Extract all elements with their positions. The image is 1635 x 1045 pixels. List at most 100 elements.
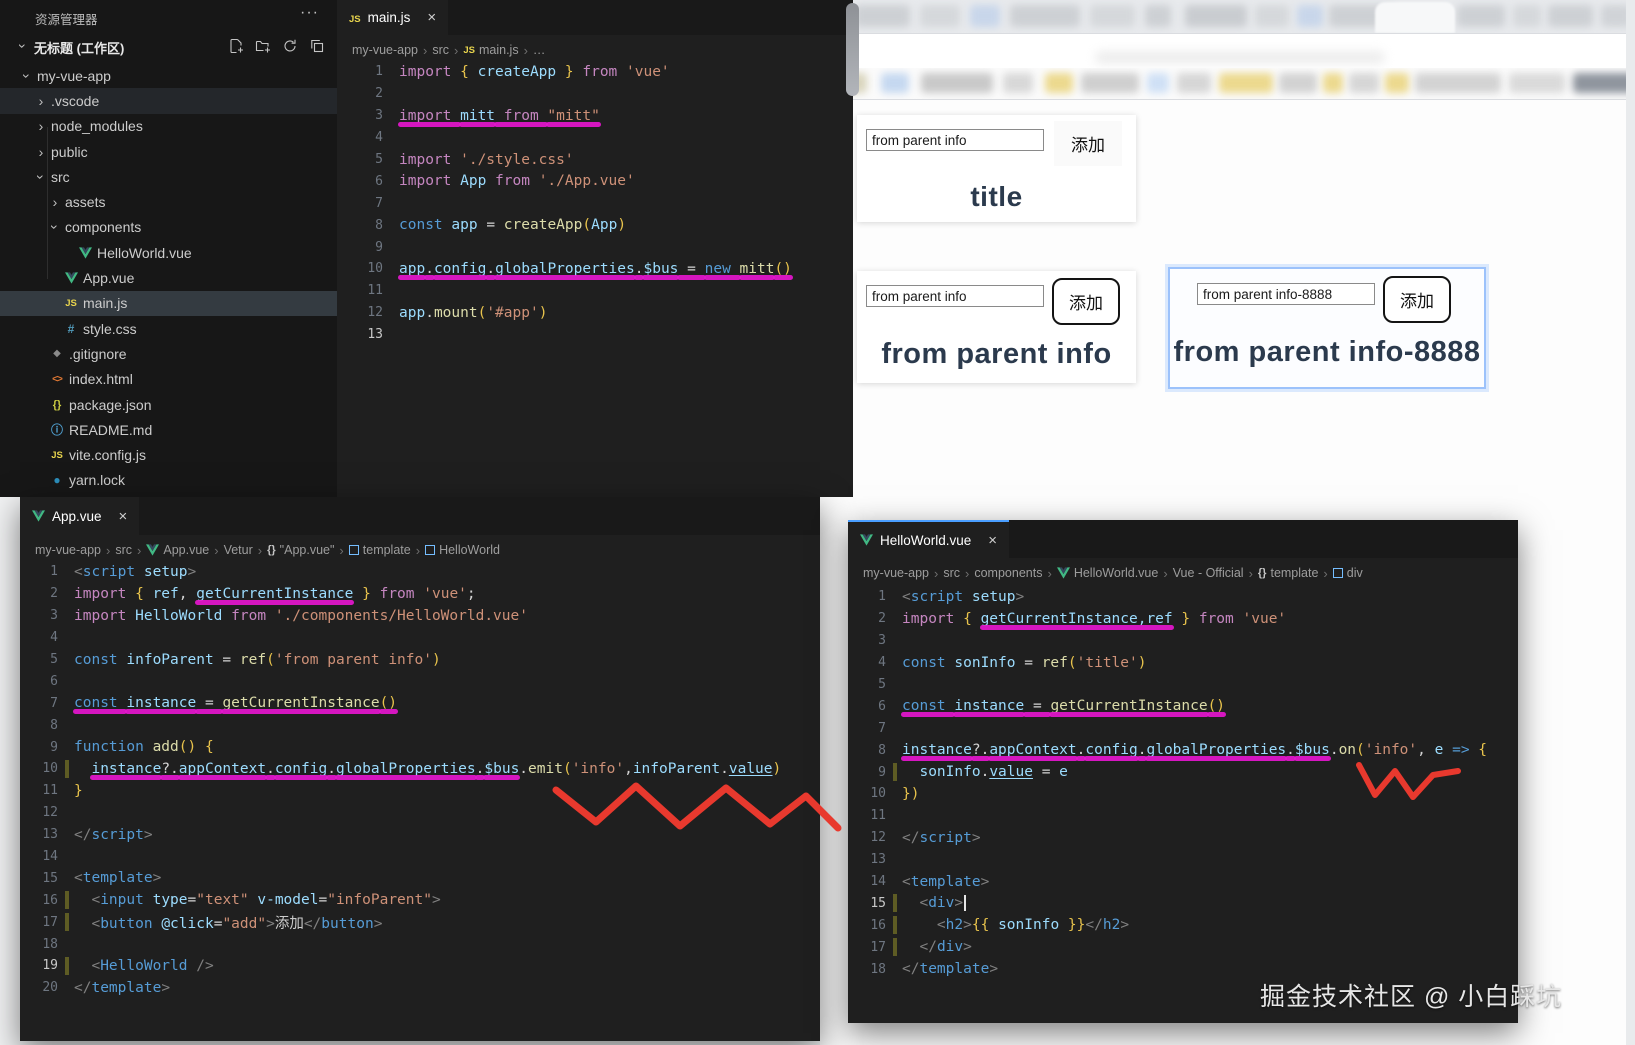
code-line[interactable]: 20 </template>	[20, 977, 820, 999]
info-input[interactable]	[1197, 283, 1375, 305]
breadcrumb-item[interactable]: …	[533, 43, 546, 57]
breadcrumb-item[interactable]: JS main.js	[463, 43, 518, 57]
code-area[interactable]: 1 <script setup> 2 import { ref, getCurrent…	[20, 561, 820, 999]
code-line[interactable]: 6 import App from './App.vue'	[337, 170, 853, 192]
code-line[interactable]: 8	[20, 714, 820, 736]
code-line[interactable]: 10 app.config.globalProperties.$bus = new…	[337, 258, 853, 280]
browser-scrollbar[interactable]	[1626, 0, 1635, 1045]
breadcrumb-item[interactable]: src	[432, 43, 449, 57]
breadcrumb-item[interactable]: src	[943, 566, 960, 580]
code-line[interactable]: 1 import { createApp } from 'vue'	[337, 61, 853, 83]
tree-item-my-vue-app[interactable]: › my-vue-app	[0, 63, 337, 88]
breadcrumb-item[interactable]: my-vue-app	[863, 566, 929, 580]
code-line[interactable]: 4 const sonInfo = ref('title')	[848, 652, 1518, 674]
tree-item-vite-config-js[interactable]: ›JSvite.config.js	[0, 442, 337, 467]
add-button[interactable]: 添加	[1052, 278, 1120, 325]
tree-item--gitignore[interactable]: ›◆.gitignore	[0, 341, 337, 366]
code-line[interactable]: 15 <template>	[20, 867, 820, 889]
workspace-row[interactable]: › 无标题 (工作区)	[0, 34, 337, 60]
code-line[interactable]: 11}	[20, 780, 820, 802]
breadcrumb[interactable]: my-vue-app › src › App.vue › Vetur › {} "App.vue"…	[35, 539, 820, 561]
tree-item-main-js[interactable]: ›JSmain.js	[0, 290, 337, 316]
code-line[interactable]: 12 app.mount('#app')	[337, 302, 853, 324]
breadcrumb-item[interactable]: my-vue-app	[35, 543, 101, 557]
code-line[interactable]: 14 <template>	[848, 871, 1518, 893]
breadcrumb[interactable]: my-vue-app › src › JS main.js ›…	[352, 39, 853, 61]
code-line[interactable]: 5	[848, 674, 1518, 696]
tree-item-readme-md[interactable]: ›ⓘREADME.md	[0, 417, 337, 442]
code-line[interactable]: 7	[848, 717, 1518, 739]
close-icon[interactable]: ×	[988, 532, 997, 549]
tab-helloworld[interactable]: HelloWorld.vue ×	[848, 520, 1010, 558]
code-line[interactable]: 10 instance?.appContext.config.globalPro…	[20, 758, 820, 780]
breadcrumb-item[interactable]: div	[1332, 566, 1363, 580]
code-line[interactable]: 6	[20, 670, 820, 692]
breadcrumb-item[interactable]: HelloWorld.vue	[1056, 566, 1158, 580]
code-line[interactable]: 3 import HelloWorld from './components/He…	[20, 605, 820, 627]
code-line[interactable]: 5 import './style.css'	[337, 149, 853, 171]
code-line[interactable]: 11	[848, 805, 1518, 827]
code-line[interactable]: 5 const infoParent = ref('from parent inf…	[20, 649, 820, 671]
new-file-icon[interactable]	[228, 38, 244, 54]
code-line[interactable]: 14	[20, 846, 820, 868]
breadcrumb-item[interactable]: template	[348, 543, 411, 557]
tree-item--vscode[interactable]: › .vscode	[0, 88, 337, 114]
code-line[interactable]: 4	[337, 127, 853, 149]
code-line[interactable]: 9	[337, 236, 853, 258]
code-line[interactable]: 16 <h2>{{ sonInfo }}</h2>	[848, 914, 1518, 936]
code-line[interactable]: 19 <HelloWorld />	[20, 955, 820, 977]
code-line[interactable]: 4	[20, 627, 820, 649]
close-icon[interactable]: ×	[119, 508, 128, 525]
tree-item-index-html[interactable]: ›<>index.html	[0, 367, 337, 392]
add-button[interactable]: 添加	[1383, 276, 1451, 323]
tree-item-public[interactable]: › public	[0, 139, 337, 164]
code-line[interactable]: 13 </script>	[20, 824, 820, 846]
code-line[interactable]: 12	[20, 802, 820, 824]
breadcrumb-item[interactable]: components	[974, 566, 1042, 580]
add-button[interactable]: 添加	[1054, 121, 1122, 166]
code-line[interactable]: 8 const app = createApp(App)	[337, 214, 853, 236]
code-line[interactable]: 13	[848, 849, 1518, 871]
breadcrumb[interactable]: my-vue-app › src › components › HelloWorld.vue…	[863, 562, 1518, 584]
code-line[interactable]: 2	[337, 83, 853, 105]
breadcrumb-item[interactable]: HelloWorld	[425, 543, 500, 557]
code-line[interactable]: 1 <script setup>	[20, 561, 820, 583]
collapse-all-icon[interactable]	[309, 38, 325, 54]
info-input[interactable]	[866, 129, 1044, 151]
tab-appvue[interactable]: App.vue ×	[20, 497, 140, 535]
code-area[interactable]: 1 import { createApp } from 'vue' 2 3 import…	[337, 61, 853, 346]
more-actions-icon[interactable]: ···	[300, 4, 319, 22]
code-line[interactable]: 15 <div>	[848, 892, 1518, 914]
code-line[interactable]: 8 instance?.appContext.config.globalPrope…	[848, 739, 1518, 761]
tree-item-style-css[interactable]: ›#style.css	[0, 316, 337, 341]
new-folder-icon[interactable]	[255, 38, 271, 54]
tree-item-assets[interactable]: › assets	[0, 189, 337, 214]
scrollbar-thumb[interactable]	[846, 3, 859, 96]
tree-item-yarn-lock[interactable]: ›●yarn.lock	[0, 468, 337, 493]
code-line[interactable]: 1 <script setup>	[848, 586, 1518, 608]
breadcrumb-item[interactable]: {} template	[1258, 566, 1319, 580]
tab-mainjs[interactable]: JS main.js ×	[337, 0, 449, 35]
code-line[interactable]: 16 <input type="text" v-model="infoParen…	[20, 889, 820, 911]
tree-item-helloworld-vue[interactable]: ›HelloWorld.vue	[0, 240, 337, 265]
refresh-icon[interactable]	[282, 38, 298, 54]
tree-item-src[interactable]: › src	[0, 164, 337, 189]
code-line[interactable]: 10})	[848, 783, 1518, 805]
code-line[interactable]: 12 </script>	[848, 827, 1518, 849]
code-line[interactable]: 17 </div>	[848, 936, 1518, 958]
breadcrumb-item[interactable]: my-vue-app	[352, 43, 418, 57]
code-line[interactable]: 6 const instance = getCurrentInstance()	[848, 695, 1518, 717]
breadcrumb-item[interactable]: App.vue	[146, 543, 209, 557]
tree-item-app-vue[interactable]: ›App.vue	[0, 265, 337, 290]
breadcrumb-item[interactable]: Vetur	[224, 543, 253, 557]
code-line[interactable]: 18	[20, 933, 820, 955]
tree-item-package-json[interactable]: ›{}package.json	[0, 392, 337, 417]
tree-item-components[interactable]: › components	[0, 215, 337, 240]
code-line[interactable]: 2 import { ref, getCurrentInstance } from…	[20, 583, 820, 605]
close-icon[interactable]: ×	[427, 9, 436, 26]
code-line[interactable]: 3	[848, 630, 1518, 652]
code-line[interactable]: 17 <button @click="add">添加</button>	[20, 911, 820, 933]
code-line[interactable]: 2 import { getCurrentInstance,ref } from …	[848, 608, 1518, 630]
breadcrumb-item[interactable]: Vue - Official	[1173, 566, 1244, 580]
info-input[interactable]	[866, 285, 1044, 307]
